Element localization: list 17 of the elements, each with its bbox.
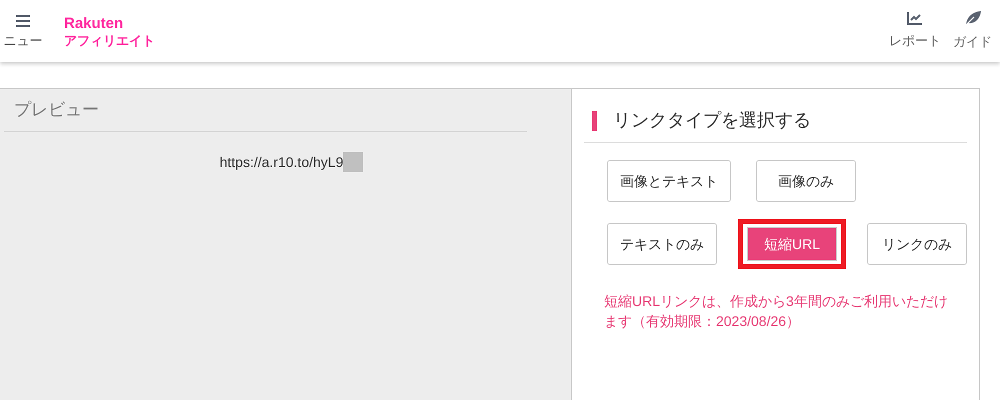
leaf-icon [964,10,982,26]
link-type-option[interactable]: リンクのみ [867,223,967,265]
link-type-option[interactable]: 画像のみ [756,160,856,202]
nav-item[interactable]: ガイド [953,10,992,52]
menu-icon [16,15,30,28]
accent-bar [592,110,597,130]
short-url: https://a.r10.to/hyL9 [220,152,344,172]
link-type-option[interactable]: 短縮URL [746,227,837,261]
redaction-block [343,152,364,172]
link-type-option[interactable]: テキストのみ [606,223,717,265]
preview-title: プレビュー [4,97,527,132]
menu-button[interactable]: ニュー [0,11,46,51]
link-type-option[interactable]: 画像とテキスト [606,160,731,202]
section-title: リンクタイプを選択する [612,109,811,132]
nav-item[interactable]: レポート [889,11,941,51]
chart-icon [907,11,923,26]
expiry-notice: 短縮URLリンクは、作成から3年間のみご利用いただけます（有効期限：2023/08/26） [602,292,949,331]
